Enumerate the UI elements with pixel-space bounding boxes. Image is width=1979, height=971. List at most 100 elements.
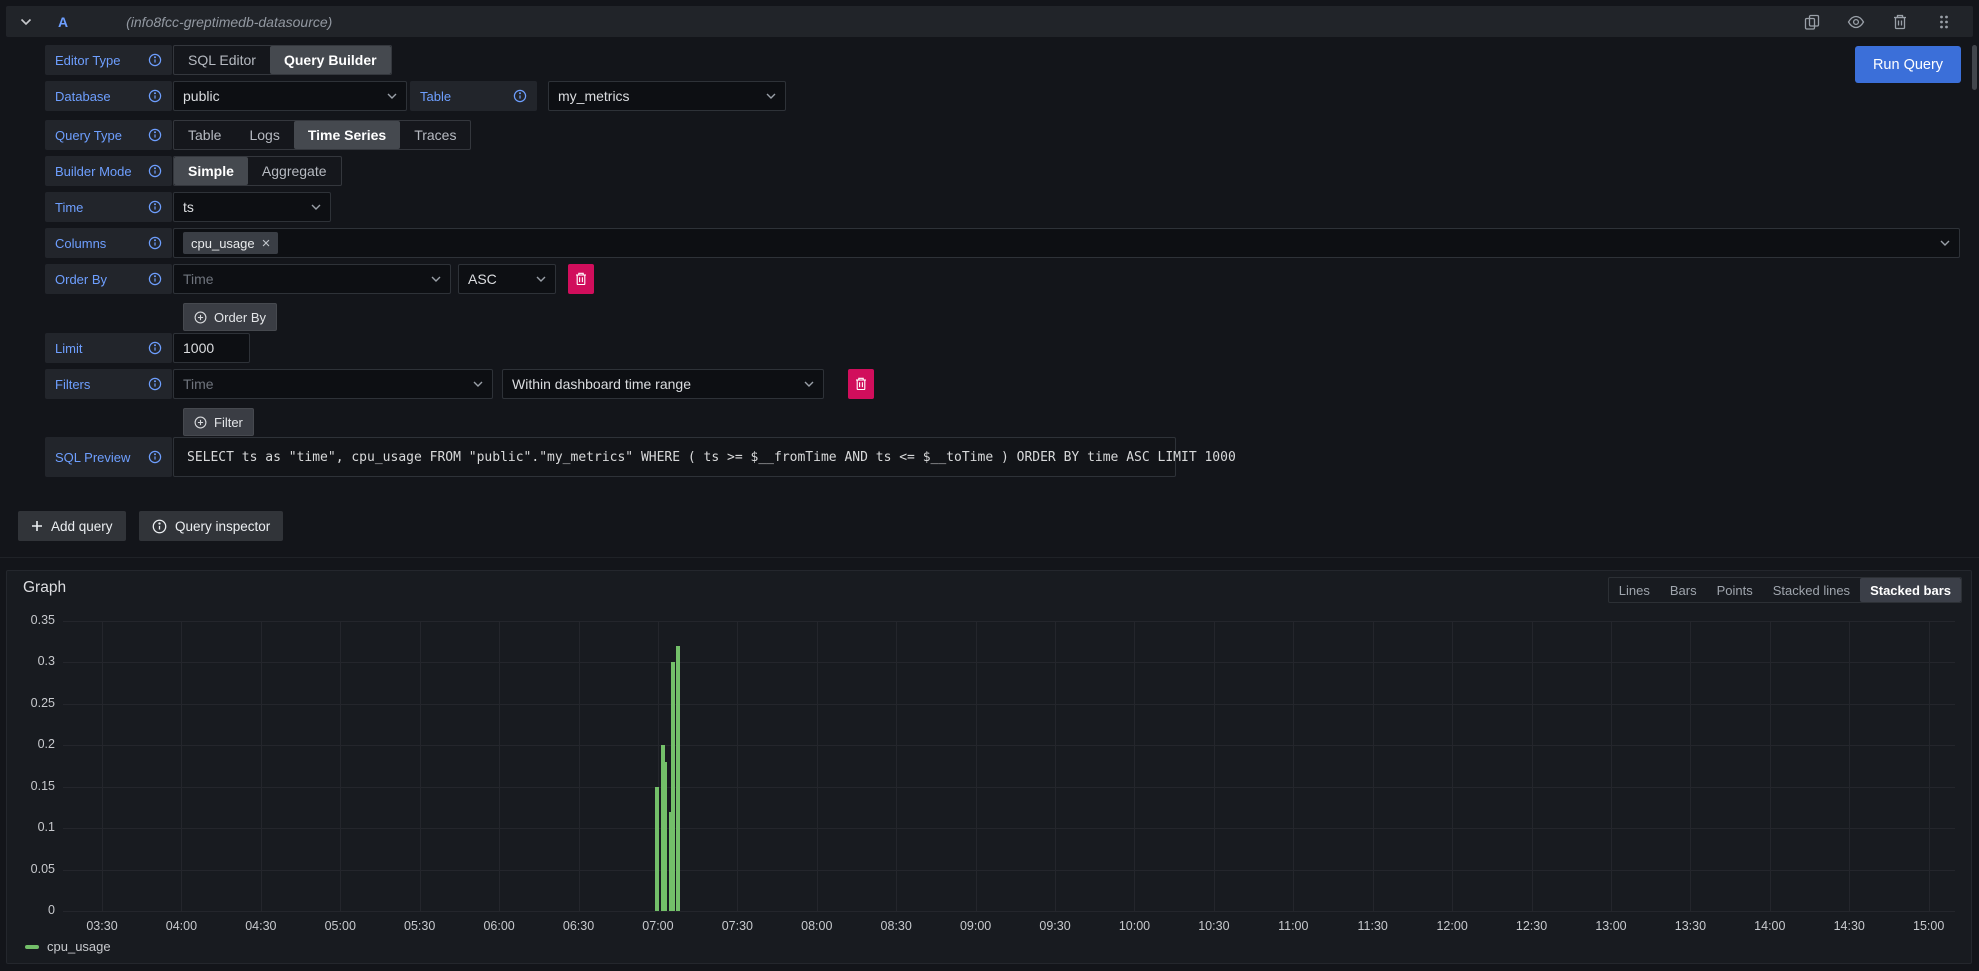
remove-order-by-button[interactable] bbox=[568, 264, 594, 294]
add-filter-button[interactable]: Filter bbox=[183, 408, 254, 436]
y-axis-tick-label: 0.3 bbox=[7, 654, 55, 668]
legend-item-cpu-usage[interactable]: cpu_usage bbox=[25, 939, 111, 954]
option-simple[interactable]: Simple bbox=[174, 157, 248, 185]
option-traces[interactable]: Traces bbox=[400, 121, 470, 149]
drag-handle-grip-icon[interactable] bbox=[1929, 10, 1959, 34]
grid-line-horizontal bbox=[63, 745, 1955, 746]
delete-query-trash-icon[interactable] bbox=[1885, 10, 1915, 34]
chart-bar-cpu-usage-07-02 bbox=[663, 762, 667, 911]
x-axis-tick-label: 04:00 bbox=[153, 919, 209, 933]
field-label-editor-type: Editor Type bbox=[45, 45, 172, 75]
info-icon[interactable] bbox=[148, 377, 162, 391]
grid-line-horizontal bbox=[63, 911, 1955, 912]
info-icon[interactable] bbox=[148, 341, 162, 355]
option-table[interactable]: Table bbox=[174, 121, 235, 149]
field-label-query-type: Query Type bbox=[45, 120, 172, 150]
remove-chip-icon[interactable]: × bbox=[262, 236, 271, 251]
option-query-builder[interactable]: Query Builder bbox=[270, 46, 391, 74]
order-by-column-select[interactable]: Time bbox=[173, 264, 451, 294]
info-icon[interactable] bbox=[148, 128, 162, 142]
grid-line-vertical bbox=[1373, 621, 1374, 911]
info-icon[interactable] bbox=[148, 236, 162, 250]
chevron-down-icon bbox=[1940, 240, 1950, 246]
x-axis-tick-label: 06:00 bbox=[471, 919, 527, 933]
mode-lines[interactable]: Lines bbox=[1609, 578, 1660, 602]
x-axis-tick-label: 08:30 bbox=[868, 919, 924, 933]
mode-stacked-bars[interactable]: Stacked bars bbox=[1860, 578, 1961, 602]
info-icon[interactable] bbox=[148, 53, 162, 67]
plus-circle-icon bbox=[194, 311, 207, 324]
chevron-down-icon bbox=[804, 381, 814, 387]
x-axis-tick-label: 11:30 bbox=[1345, 919, 1401, 933]
y-axis-tick-label: 0.35 bbox=[7, 613, 55, 627]
graph-panel: Graph LinesBarsPointsStacked linesStacke… bbox=[6, 570, 1972, 964]
add-query-button[interactable]: Add query bbox=[18, 511, 126, 541]
table-select[interactable]: my_metrics bbox=[548, 81, 786, 111]
option-time-series[interactable]: Time Series bbox=[294, 121, 400, 149]
remove-filter-button[interactable] bbox=[848, 369, 874, 399]
grid-line-vertical bbox=[181, 621, 182, 911]
info-icon[interactable] bbox=[148, 200, 162, 214]
x-axis-tick-label: 10:30 bbox=[1186, 919, 1242, 933]
chevron-down-icon bbox=[387, 93, 397, 99]
field-label-columns: Columns bbox=[45, 228, 172, 258]
collapse-chevron-icon[interactable] bbox=[20, 18, 32, 26]
query-type-label-text: Query Type bbox=[55, 128, 122, 143]
grid-line-vertical bbox=[817, 621, 818, 911]
filter-column-select[interactable]: Time bbox=[173, 369, 493, 399]
field-label-database: Database bbox=[45, 81, 172, 111]
x-axis-tick-label: 04:30 bbox=[233, 919, 289, 933]
builder-mode-switch: SimpleAggregate bbox=[173, 156, 342, 186]
filter-condition-select[interactable]: Within dashboard time range bbox=[502, 369, 824, 399]
x-axis-tick-label: 09:00 bbox=[948, 919, 1004, 933]
info-icon[interactable] bbox=[148, 450, 162, 464]
grid-line-horizontal bbox=[63, 828, 1955, 829]
column-chip-cpu-usage[interactable]: cpu_usage× bbox=[183, 232, 278, 254]
plot-area[interactable] bbox=[63, 621, 1955, 911]
sql-preview-label-text: SQL Preview bbox=[55, 450, 130, 465]
info-icon[interactable] bbox=[148, 89, 162, 103]
mode-stacked-lines[interactable]: Stacked lines bbox=[1763, 578, 1860, 602]
x-axis-tick-label: 10:00 bbox=[1106, 919, 1162, 933]
database-select[interactable]: public bbox=[173, 81, 407, 111]
query-inspector-button[interactable]: Query inspector bbox=[139, 511, 283, 541]
limit-input[interactable] bbox=[183, 340, 240, 356]
grid-line-vertical bbox=[579, 621, 580, 911]
toggle-visibility-eye-icon[interactable] bbox=[1841, 10, 1871, 34]
add-order-by-button[interactable]: Order By bbox=[183, 303, 277, 331]
mode-points[interactable]: Points bbox=[1707, 578, 1763, 602]
y-axis-tick-label: 0.05 bbox=[7, 862, 55, 876]
duplicate-query-icon[interactable] bbox=[1797, 10, 1827, 34]
info-circle-icon bbox=[152, 519, 167, 534]
scrollbar-thumb[interactable] bbox=[1972, 45, 1977, 90]
columns-multiselect[interactable]: cpu_usage× bbox=[173, 228, 1960, 258]
display-mode-group: LinesBarsPointsStacked linesStacked bars bbox=[1608, 577, 1962, 603]
mode-bars[interactable]: Bars bbox=[1660, 578, 1707, 602]
grid-line-vertical bbox=[420, 621, 421, 911]
filters-label-text: Filters bbox=[55, 377, 90, 392]
table-label-text: Table bbox=[420, 89, 451, 104]
order-by-direction-select[interactable]: ASC bbox=[458, 264, 556, 294]
run-query-button[interactable]: Run Query bbox=[1855, 46, 1961, 83]
graph-panel-title: Graph bbox=[23, 579, 66, 597]
y-axis-tick-label: 0.2 bbox=[7, 737, 55, 751]
info-icon[interactable] bbox=[148, 272, 162, 286]
info-icon[interactable] bbox=[148, 164, 162, 178]
option-logs[interactable]: Logs bbox=[235, 121, 293, 149]
x-axis-tick-label: 07:00 bbox=[630, 919, 686, 933]
grid-line-vertical bbox=[896, 621, 897, 911]
query-row-header[interactable]: A (info8fcc-greptimedb-datasource) bbox=[6, 6, 1973, 37]
grid-line-vertical bbox=[1055, 621, 1056, 911]
columns-chip-list: cpu_usage× bbox=[183, 232, 278, 254]
info-icon[interactable] bbox=[513, 89, 527, 103]
grid-line-vertical bbox=[1532, 621, 1533, 911]
time-column-select[interactable]: ts bbox=[173, 192, 331, 222]
y-axis-tick-label: 0.15 bbox=[7, 779, 55, 793]
option-sql-editor[interactable]: SQL Editor bbox=[174, 46, 270, 74]
grafana-query-editor-page: A (info8fcc-greptimedb-datasource) Run Q… bbox=[0, 0, 1979, 971]
option-aggregate[interactable]: Aggregate bbox=[248, 157, 341, 185]
x-axis-tick-label: 12:00 bbox=[1424, 919, 1480, 933]
grid-line-vertical bbox=[1770, 621, 1771, 911]
field-label-builder-mode: Builder Mode bbox=[45, 156, 172, 186]
trash-icon bbox=[855, 377, 867, 391]
